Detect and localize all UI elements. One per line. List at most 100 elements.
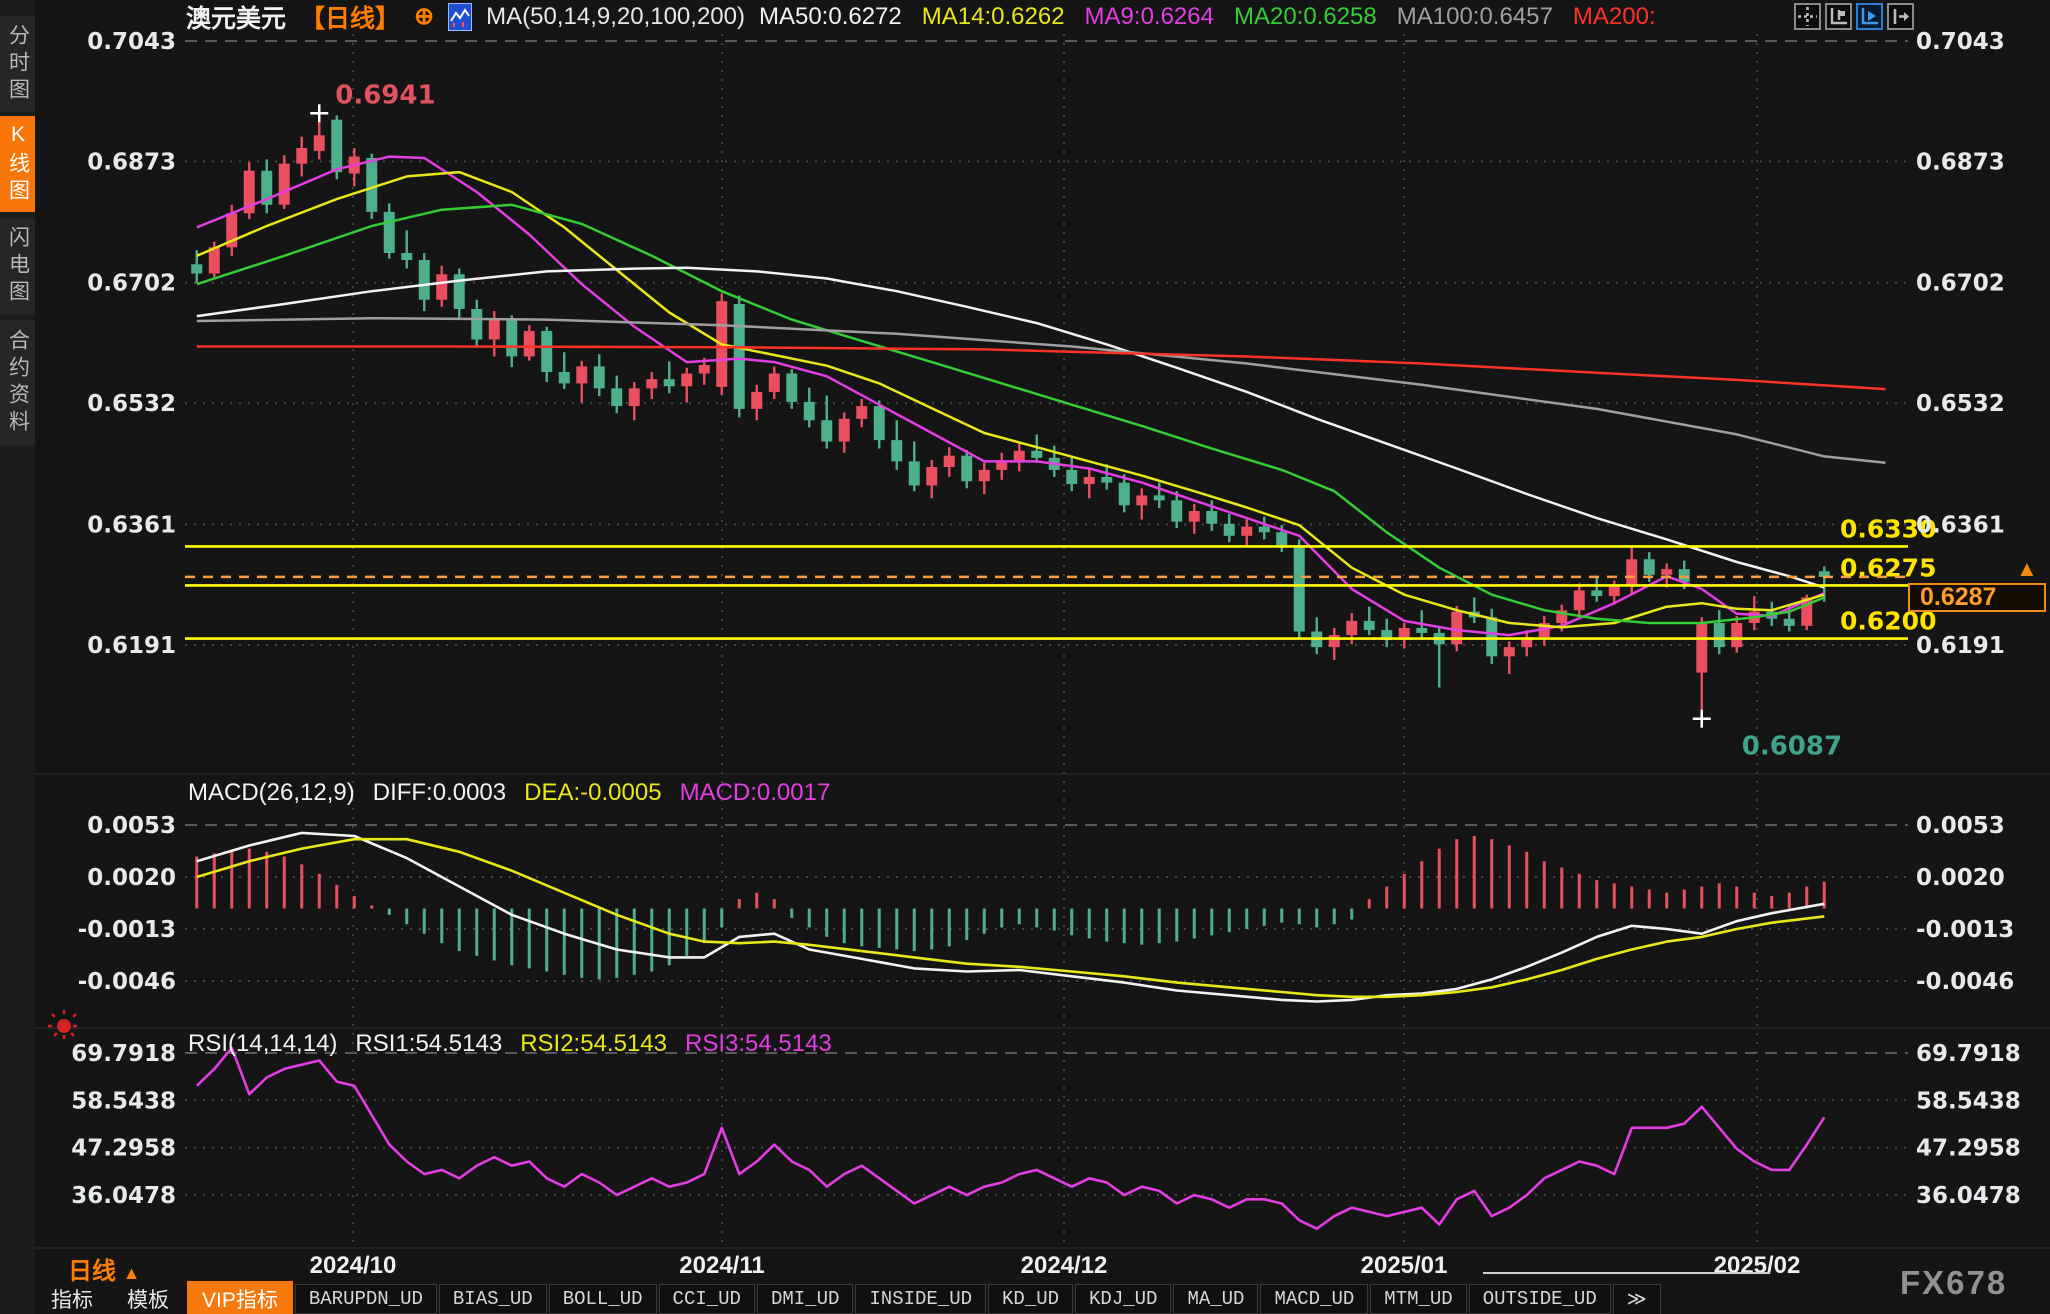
high-price-annotation: 0.6941 bbox=[335, 80, 435, 110]
y-axis-label: 0.7043 bbox=[87, 29, 176, 55]
tab-DMI_UD[interactable]: DMI_UD bbox=[757, 1284, 853, 1314]
svg-text:69.7918: 69.7918 bbox=[1916, 1041, 2021, 1067]
watermark: FX678 bbox=[1900, 1264, 2007, 1302]
more-tabs-button[interactable]: ≫ bbox=[1613, 1284, 1661, 1314]
y-axis-label: 0.6532 bbox=[87, 391, 176, 417]
legend-value: MACD:0.0017 bbox=[680, 779, 831, 807]
chart-toolbar bbox=[1794, 3, 1914, 30]
tab-KDJ_UD[interactable]: KDJ_UD bbox=[1075, 1284, 1171, 1314]
svg-text:58.5438: 58.5438 bbox=[71, 1088, 176, 1114]
ma-line-MA9 bbox=[197, 157, 1825, 635]
ma-legend-item: MA20:0.6258 bbox=[1234, 3, 1377, 31]
axis-flag-icon[interactable] bbox=[1825, 3, 1852, 30]
y-axis-label: 0.6361 bbox=[1916, 512, 2005, 538]
svg-text:-0.0013: -0.0013 bbox=[1916, 917, 2014, 943]
svg-text:0.0020: 0.0020 bbox=[1916, 865, 2005, 891]
y-axis-label: 0.6702 bbox=[87, 271, 176, 297]
macd-legend: MACD(26,12,9) DIFF:0.0003DEA:-0.0005MACD… bbox=[188, 779, 830, 807]
svg-text:47.2958: 47.2958 bbox=[1916, 1136, 2021, 1162]
svg-text:0.0020: 0.0020 bbox=[87, 865, 176, 891]
circle-plus-icon[interactable]: ⊕ bbox=[414, 5, 434, 29]
tab-MACD_UD[interactable]: MACD_UD bbox=[1260, 1284, 1368, 1314]
tab-BOLL_UD[interactable]: BOLL_UD bbox=[549, 1284, 657, 1314]
svg-text:0.0053: 0.0053 bbox=[87, 813, 176, 839]
period-selector[interactable]: 日线 ▲ bbox=[68, 1251, 141, 1286]
ma-legend-item: MA50:0.6272 bbox=[759, 3, 902, 31]
level-price-tag: 0.6275 bbox=[1840, 553, 1936, 582]
chart-canvas[interactable]: 0.63300.62750.62000.70430.70430.68730.68… bbox=[0, 0, 2050, 1314]
triangle-up-icon: ▲ bbox=[123, 1263, 141, 1283]
legend-value: RSI2:54.5143 bbox=[520, 1030, 667, 1058]
y-axis-label: 0.6873 bbox=[1916, 150, 2005, 176]
y-axis-label: 0.6361 bbox=[87, 512, 176, 538]
ma-settings-label: MA(50,14,9,20,100,200) bbox=[486, 3, 745, 31]
y-axis-label: 0.6191 bbox=[1916, 633, 2005, 659]
x-axis-month-label: 2024/11 bbox=[679, 1252, 764, 1280]
svg-text:58.5438: 58.5438 bbox=[1916, 1088, 2021, 1114]
ma-legend: MA50:0.6272 MA14:0.6262 MA9:0.6264 MA20:0.6… bbox=[759, 3, 1656, 31]
tab-OUTSIDE_UD[interactable]: OUTSIDE_UD bbox=[1469, 1284, 1611, 1314]
tab-模板[interactable]: 模板 bbox=[111, 1282, 185, 1314]
alert-sun-icon bbox=[44, 1006, 84, 1051]
period-tag[interactable]: 【日线】 bbox=[300, 0, 400, 35]
sidebar-item-4[interactable]: 合约资料 bbox=[0, 320, 35, 446]
tab-指标[interactable]: 指标 bbox=[35, 1282, 109, 1314]
legend-value: RSI3:54.5143 bbox=[685, 1030, 832, 1058]
left-sidebar: 分时图 K线图闪电图合约资料 bbox=[0, 0, 35, 1314]
x-axis-month-label: 2024/10 bbox=[310, 1252, 397, 1280]
legend-value: DIFF:0.0003 bbox=[373, 779, 506, 807]
rsi-indicator-label: RSI(14,14,14) bbox=[188, 1030, 337, 1058]
chart-scrollbar[interactable] bbox=[1483, 1272, 1770, 1274]
svg-text:47.2958: 47.2958 bbox=[71, 1136, 176, 1162]
svg-text:69.7918: 69.7918 bbox=[71, 1041, 176, 1067]
macd-histogram bbox=[197, 836, 1825, 979]
ma-legend-item: MA100:0.6457 bbox=[1397, 3, 1553, 31]
y-axis-label: 0.7043 bbox=[1916, 29, 2005, 55]
tab-KD_UD[interactable]: KD_UD bbox=[988, 1284, 1073, 1314]
y-axis-label: 0.6873 bbox=[87, 150, 176, 176]
current-price-value: 0.6287 bbox=[1920, 583, 1996, 612]
candlestick-series bbox=[191, 113, 1830, 718]
tab-MA_UD[interactable]: MA_UD bbox=[1173, 1284, 1258, 1314]
axis-play-icon[interactable] bbox=[1856, 3, 1883, 30]
x-axis-month-label: 2024/12 bbox=[1021, 1252, 1108, 1280]
ma-line-MA50 bbox=[197, 268, 1825, 588]
tab-MTM_UD[interactable]: MTM_UD bbox=[1370, 1284, 1466, 1314]
svg-text:36.0478: 36.0478 bbox=[71, 1183, 176, 1209]
symbol-title: 澳元美元 bbox=[186, 0, 286, 35]
y-axis-label: 0.6191 bbox=[87, 633, 176, 659]
indicator-tabbar: 指标模板VIP指标BARUPDN_UDBIAS_UDBOLL_UDCCI_UDD… bbox=[35, 1284, 2050, 1314]
chart-header: 澳元美元 【日线】 ⊕ MA(50,14,9,20,100,200) MA50:… bbox=[186, 2, 1656, 32]
tab-VIP指标[interactable]: VIP指标 bbox=[187, 1281, 293, 1314]
rsi-legend: RSI(14,14,14) RSI1:54.5143RSI2:54.5143RS… bbox=[188, 1030, 832, 1058]
mini-chart-icon[interactable] bbox=[448, 3, 472, 31]
sidebar-item-3[interactable]: 闪电图 bbox=[0, 218, 35, 314]
crosshair-icon[interactable] bbox=[1794, 3, 1821, 30]
svg-text:-0.0046: -0.0046 bbox=[1916, 969, 2014, 995]
ma-line-MA100 bbox=[197, 318, 1886, 463]
sidebar-item-2[interactable]: K线图 bbox=[0, 116, 35, 212]
tab-BARUPDN_UD[interactable]: BARUPDN_UD bbox=[295, 1284, 437, 1314]
time-axis-row: 日线 ▲ 2024/102024/112024/122025/012025/02 bbox=[35, 1250, 2050, 1282]
low-price-annotation: 0.6087 bbox=[1742, 732, 1842, 762]
x-axis-month-label: 2025/02 bbox=[1714, 1252, 1801, 1280]
ma-legend-item: MA200: bbox=[1573, 3, 1656, 31]
ma-line-MA200 bbox=[197, 347, 1886, 390]
trading-app-window: 0.63300.62750.62000.70430.70430.68730.68… bbox=[0, 0, 2050, 1314]
svg-text:-0.0013: -0.0013 bbox=[78, 917, 176, 943]
sidebar-item-1[interactable]: 分时图 bbox=[0, 16, 35, 112]
y-axis-label: 0.6702 bbox=[1916, 271, 2005, 297]
legend-value: DEA:-0.0005 bbox=[524, 779, 661, 807]
ma-legend-item: MA9:0.6264 bbox=[1085, 3, 1214, 31]
ma-line-MA14 bbox=[197, 172, 1825, 627]
current-price-tag: 0.6287 bbox=[1908, 583, 2046, 612]
tab-CCI_UD[interactable]: CCI_UD bbox=[659, 1284, 755, 1314]
bar-arrow-icon[interactable] bbox=[1887, 3, 1914, 30]
rsi-line bbox=[197, 1048, 1825, 1229]
tab-BIAS_UD[interactable]: BIAS_UD bbox=[439, 1284, 547, 1314]
svg-text:-0.0046: -0.0046 bbox=[78, 969, 176, 995]
ma-legend-item: MA14:0.6262 bbox=[922, 3, 1065, 31]
y-axis-label: 0.6532 bbox=[1916, 391, 2005, 417]
tab-INSIDE_UD[interactable]: INSIDE_UD bbox=[855, 1284, 986, 1314]
price-up-arrow-icon: ▲ bbox=[2016, 556, 2038, 582]
